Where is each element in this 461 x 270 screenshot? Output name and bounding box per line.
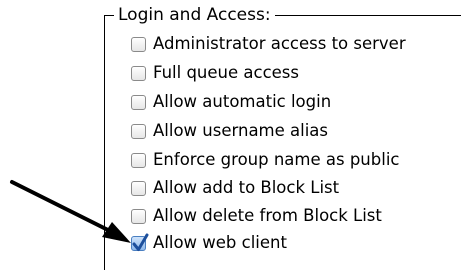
arrow-icon <box>10 180 131 243</box>
